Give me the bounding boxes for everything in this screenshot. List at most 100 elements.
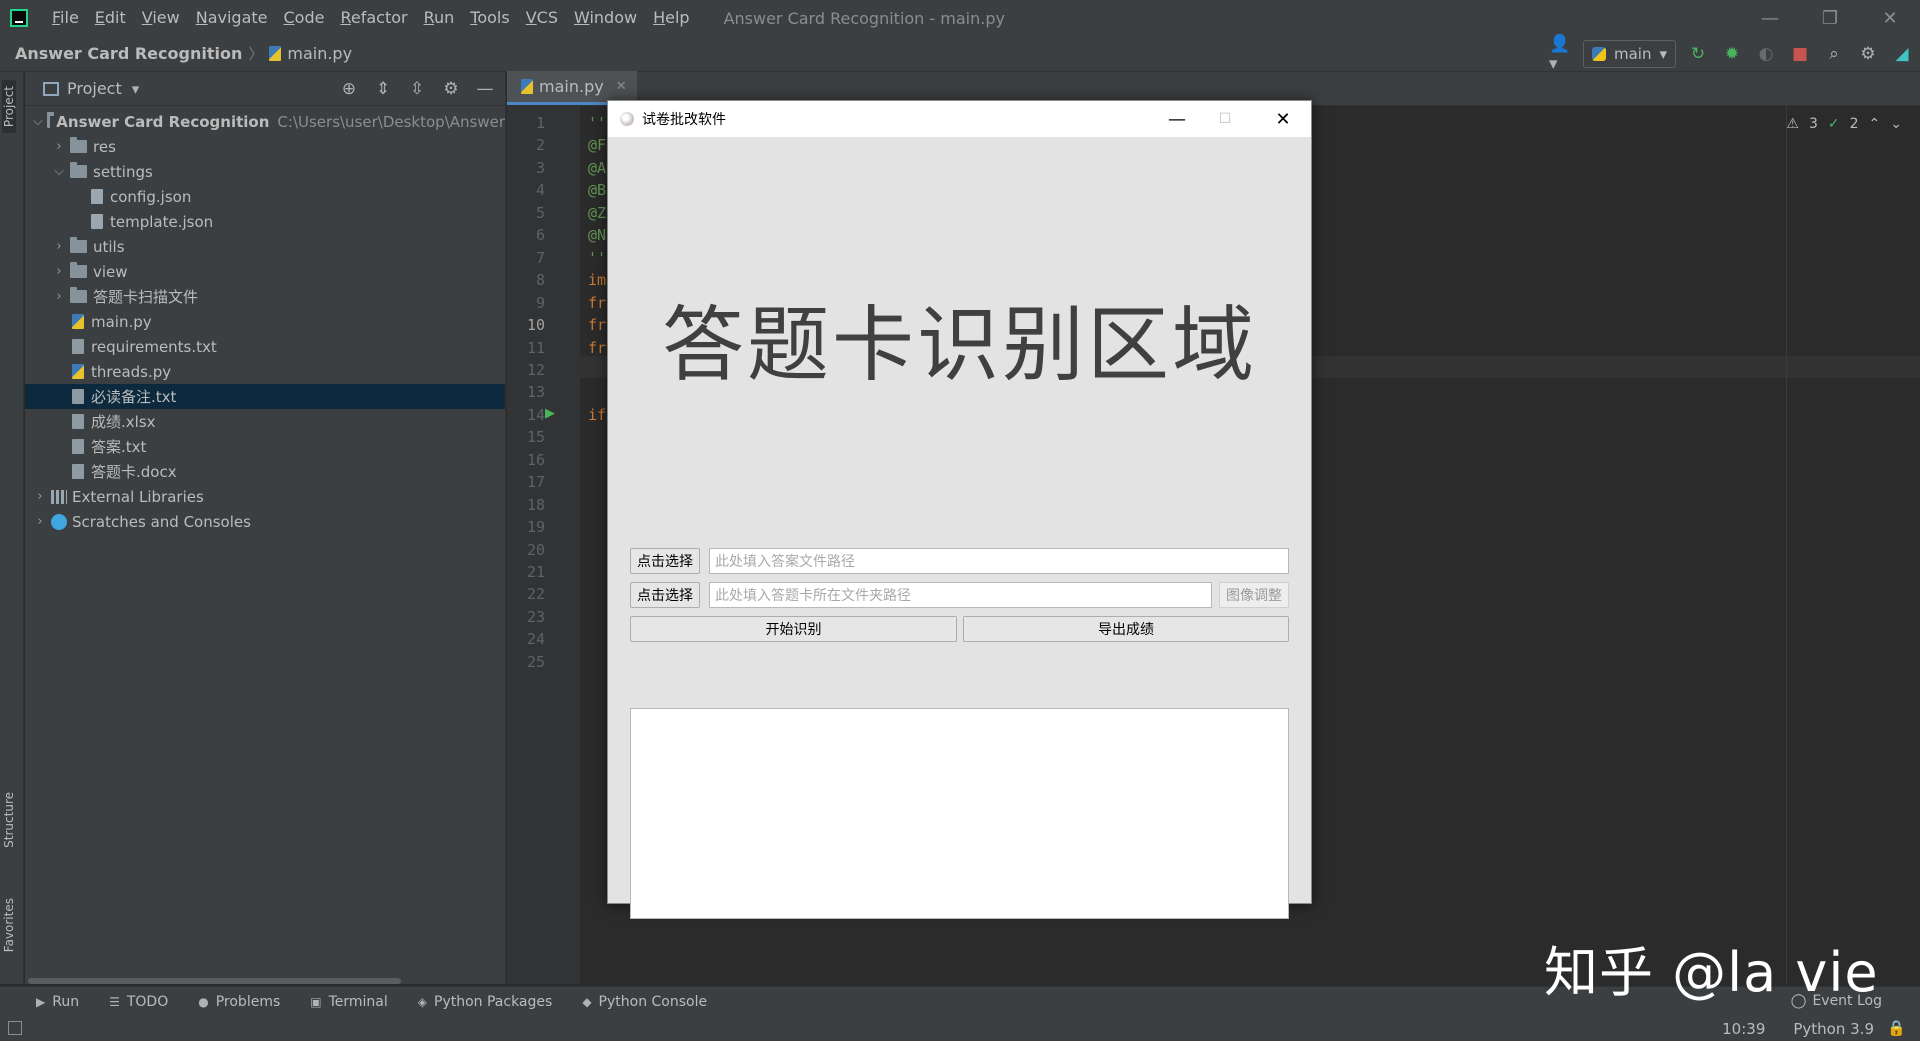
hide-icon[interactable]: — [473, 77, 497, 101]
tree-item[interactable]: 成绩.xlsx [25, 409, 505, 434]
tool-tab-structure[interactable]: Structure [2, 792, 16, 848]
select-answer-button[interactable]: 点击选择 [630, 548, 700, 574]
close-icon[interactable]: ✕ [616, 79, 627, 94]
tree-item[interactable]: config.json [25, 184, 505, 209]
navigation-bar: Answer Card Recognition 〉 main.py 👤▾ mai… [0, 34, 1920, 74]
tree-root-label: Answer Card Recognition [56, 112, 270, 131]
chevron-down-icon[interactable]: ▾ [132, 80, 140, 98]
chevron-down-icon[interactable]: ⌵ [52, 164, 66, 179]
tool-tab-favorites[interactable]: Favorites [2, 898, 16, 952]
tool-tab-project[interactable]: Project [2, 80, 16, 134]
menu-vcs[interactable]: VCS [518, 0, 566, 36]
chevron-right-icon[interactable]: › [52, 139, 66, 154]
search-icon[interactable]: ⌕ [1822, 42, 1846, 66]
chevron-right-icon[interactable]: › [52, 239, 66, 254]
tree-item[interactable]: 答题卡.docx [25, 459, 505, 484]
tree-item[interactable]: 答案.txt [25, 434, 505, 459]
chevron-right-icon[interactable]: › [52, 289, 66, 304]
menu-run[interactable]: Run [416, 0, 463, 36]
layout-toggle-icon[interactable] [8, 1021, 22, 1035]
cards-folder-input[interactable]: 此处填入答题卡所在文件夹路径 [709, 582, 1212, 608]
run-config-selector[interactable]: main ▾ [1582, 40, 1676, 68]
bottom-tab-python-console[interactable]: ◆ Python Console [582, 994, 707, 1010]
menu-file[interactable]: File [44, 0, 87, 36]
app-close-button[interactable]: ✕ [1254, 101, 1312, 137]
tree-item[interactable]: 必读备注.txt [25, 384, 505, 409]
pycharm-logo-icon [10, 9, 28, 27]
tree-items: › res ⌵ settings config.json template.json › ut… [25, 134, 505, 484]
run-gutter-icon[interactable]: ▶ [545, 406, 555, 421]
gear-icon[interactable]: ⚙ [1856, 42, 1880, 66]
tree-root[interactable]: ⌵ Answer Card Recognition C:\Users\user\… [25, 109, 505, 134]
locate-icon[interactable]: ⊕ [337, 77, 361, 101]
export-scores-button[interactable]: 导出成绩 [963, 616, 1289, 642]
tree-item[interactable]: threads.py [25, 359, 505, 384]
status-interpreter[interactable]: Python 3.9 [1793, 1020, 1874, 1038]
bottom-tab-label: Problems [215, 993, 281, 1010]
menu-edit[interactable]: Edit [87, 0, 134, 36]
minimize-button[interactable]: — [1740, 0, 1800, 36]
answer-path-input[interactable]: 此处填入答案文件路径 [709, 548, 1289, 574]
tree-item[interactable]: › res [25, 134, 505, 159]
bottom-tab-terminal[interactable]: ▣ Terminal [310, 994, 388, 1010]
chevron-right-icon[interactable]: › [52, 264, 66, 279]
tree-item[interactable]: template.json [25, 209, 505, 234]
chevron-up-icon[interactable]: ⌃ [1869, 116, 1881, 132]
app-maximize-button[interactable]: ☐ [1196, 101, 1254, 137]
line-number: 20 [526, 540, 545, 559]
breadcrumb-project[interactable]: Answer Card Recognition [15, 44, 242, 63]
bottom-tab-python-packages[interactable]: ◈ Python Packages [418, 994, 553, 1010]
tree-item[interactable]: › view [25, 259, 505, 284]
bottom-tab-icon: ● [198, 994, 209, 1009]
close-button[interactable]: ✕ [1860, 0, 1920, 36]
menu-refactor[interactable]: Refactor [332, 0, 415, 36]
tree-item[interactable]: › utils [25, 234, 505, 259]
gear-icon[interactable]: ⚙ [439, 77, 463, 101]
chevron-down-icon: ▾ [1659, 45, 1667, 63]
bottom-tab-icon: ▶ [36, 994, 46, 1009]
tree-item[interactable]: requirements.txt [25, 334, 505, 359]
jetbrains-space-icon[interactable]: ◢ [1890, 42, 1914, 66]
scratches-label: Scratches and Consoles [72, 512, 251, 531]
tree-item[interactable]: › 答题卡扫描文件 [25, 284, 505, 309]
folder-icon [70, 237, 87, 253]
tree-item[interactable]: main.py [25, 309, 505, 334]
warning-count: 3 [1808, 116, 1818, 132]
select-cards-button[interactable]: 点击选择 [630, 582, 700, 608]
restore-button[interactable]: ❐ [1800, 0, 1860, 36]
menu-navigate[interactable]: Navigate [188, 0, 276, 36]
status-time[interactable]: 10:39 [1722, 1020, 1765, 1038]
menu-window[interactable]: Window [566, 0, 645, 36]
rerun-icon[interactable]: ↻ [1686, 42, 1710, 66]
bottom-tab-problems[interactable]: ● Problems [198, 994, 280, 1010]
coverage-icon[interactable]: ◐ [1754, 42, 1778, 66]
horizontal-scrollbar[interactable] [28, 978, 401, 984]
left-tool-strip: Project Structure Favorites [0, 72, 24, 984]
tree-scratches[interactable]: › Scratches and Consoles [25, 509, 505, 534]
tree-item-label: main.py [91, 312, 152, 331]
chevron-right-icon: › [37, 489, 43, 504]
menu-tools[interactable]: Tools [462, 0, 517, 36]
image-adjust-button[interactable]: 图像调整 [1219, 582, 1289, 608]
menu-view[interactable]: View [134, 0, 188, 36]
breadcrumb-file[interactable]: main.py [287, 44, 352, 63]
start-recognition-button[interactable]: 开始识别 [630, 616, 957, 642]
stop-icon[interactable]: ■ [1788, 42, 1812, 66]
expand-all-icon[interactable]: ⇕ [371, 77, 395, 101]
output-log-box[interactable] [630, 708, 1289, 919]
bottom-tab-run[interactable]: ▶ Run [36, 994, 79, 1010]
debug-icon[interactable]: ✹ [1720, 42, 1744, 66]
collapse-all-icon[interactable]: ⇳ [405, 77, 429, 101]
project-view-label[interactable]: Project [67, 79, 122, 98]
lock-icon[interactable]: 🔒 [1887, 1019, 1906, 1037]
text-file-icon [72, 439, 84, 454]
bottom-tab-todo[interactable]: ☰ TODO [109, 994, 168, 1010]
user-icon[interactable]: 👤▾ [1549, 34, 1573, 74]
tree-external-libraries[interactable]: › External Libraries [25, 484, 505, 509]
menu-help[interactable]: Help [645, 0, 697, 36]
inspection-widget[interactable]: ⚠ 3 ✓ 2 ⌃ ⌄ [1786, 116, 1902, 132]
menu-code[interactable]: Code [276, 0, 333, 36]
tree-item[interactable]: ⌵ settings [25, 159, 505, 184]
chevron-down-icon[interactable]: ⌄ [1890, 116, 1902, 132]
window-title: Answer Card Recognition - main.py [723, 8, 1005, 28]
